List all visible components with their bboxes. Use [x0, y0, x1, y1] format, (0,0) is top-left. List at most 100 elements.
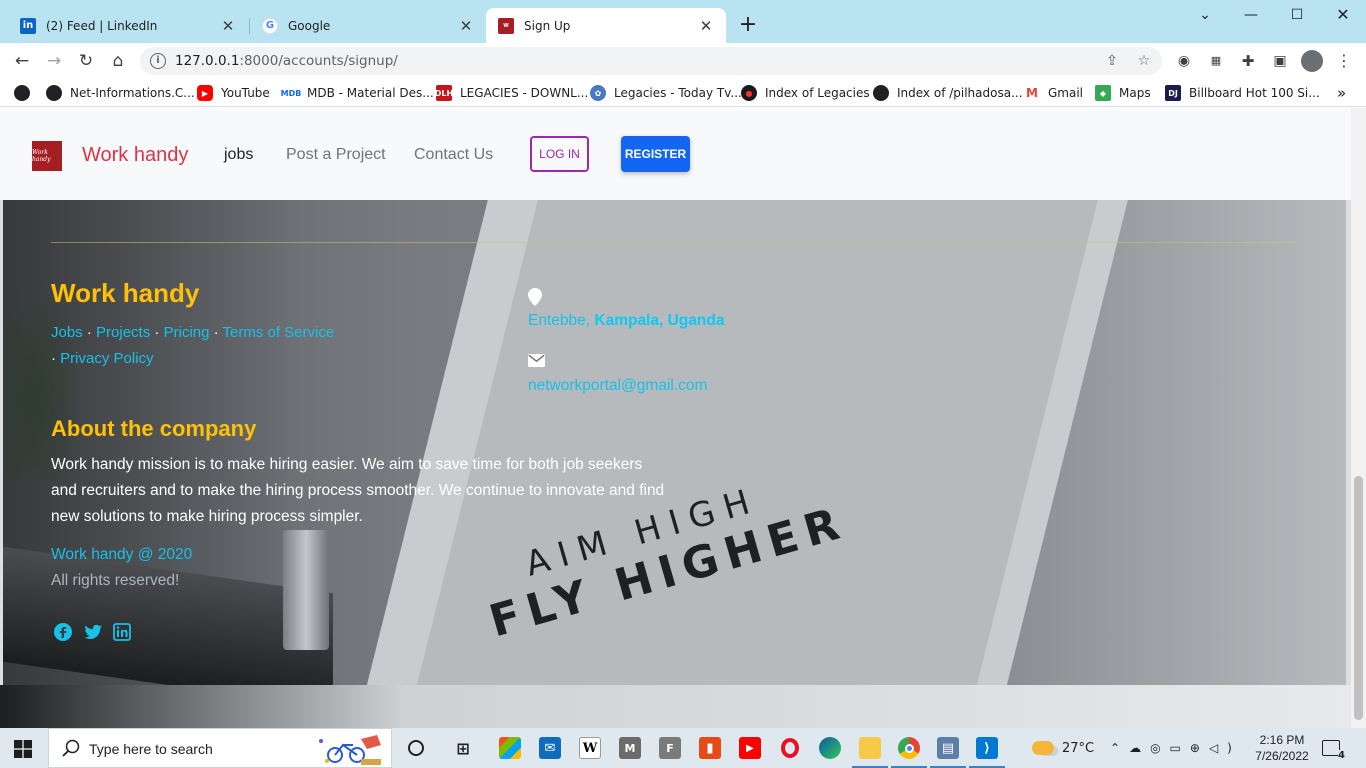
chrome-icon[interactable] — [895, 734, 923, 762]
site-info-icon[interactable]: i — [150, 53, 166, 69]
bookmark-item[interactable]: ◆ Maps — [1095, 84, 1151, 102]
nav-link-jobs[interactable]: jobs — [224, 146, 253, 164]
tab-google[interactable]: G Google ✕ — [250, 8, 486, 43]
widgets-icon[interactable]: ⊞ — [449, 734, 477, 762]
remote-desktop-icon[interactable]: ▤ — [934, 734, 962, 762]
vscode-icon[interactable]: ⟩ — [973, 734, 1001, 762]
mail-icon[interactable]: ✉ — [536, 734, 564, 762]
office-icon[interactable]: ▮ — [696, 734, 724, 762]
reload-icon[interactable]: ↻ — [74, 49, 98, 73]
close-icon[interactable]: ✕ — [458, 18, 474, 34]
bookmark-item[interactable]: DJ Billboard Hot 100 Si... — [1165, 84, 1320, 102]
footer-link-pricing[interactable]: Pricing — [164, 324, 210, 341]
page-background-strip — [0, 685, 1351, 728]
weather-widget[interactable]: 27°C — [1032, 728, 1094, 768]
cloud-icon[interactable]: ☁ — [1129, 741, 1150, 755]
share-icon[interactable]: ⇪ — [1102, 51, 1122, 71]
file-explorer-icon[interactable] — [856, 734, 884, 762]
background-bracket — [283, 530, 329, 650]
footer-link-projects[interactable]: Projects — [96, 324, 150, 341]
more-bookmarks-icon[interactable]: » — [1337, 84, 1346, 102]
bookmark-item[interactable]: ● Index of Legacies — [741, 84, 870, 102]
battery-icon[interactable]: ▭ — [1170, 741, 1190, 755]
new-tab-button[interactable]: + — [736, 14, 760, 38]
close-window-button[interactable]: ✕ — [1320, 4, 1366, 26]
footer-link-terms[interactable]: Terms of Service — [223, 324, 335, 341]
login-button[interactable]: LOG IN — [530, 136, 589, 172]
page-scrollbar[interactable] — [1351, 108, 1366, 728]
notifications-button[interactable]: 4 — [1322, 728, 1345, 768]
twitter-icon[interactable] — [83, 622, 103, 642]
minimize-button[interactable]: — — [1228, 4, 1274, 26]
bookmark-item[interactable]: ▶ YouTube — [197, 84, 270, 102]
browser-toolbar: ← → ↻ ⌂ i 127.0.0.1:8000/accounts/signup… — [0, 43, 1366, 79]
side-panel-icon[interactable]: ▣ — [1268, 49, 1292, 73]
address-city: Entebbe, — [528, 312, 591, 329]
youtube-app-icon[interactable]: ▶ — [736, 734, 764, 762]
opera-icon[interactable] — [776, 734, 804, 762]
camera-icon[interactable]: ◎ — [1150, 741, 1169, 755]
edge-icon[interactable] — [816, 734, 844, 762]
extensions-puzzle-icon[interactable]: ✚ — [1236, 49, 1260, 73]
footer-link-jobs[interactable]: Jobs — [51, 324, 83, 341]
copyright-text: Work handy @ 2020 — [51, 546, 193, 563]
register-button[interactable]: REGISTER — [621, 136, 690, 172]
store-icon[interactable] — [496, 734, 524, 762]
extension-globe-icon[interactable]: ◉ — [1172, 49, 1196, 73]
weather-icon — [1032, 741, 1054, 755]
chevron-up-icon[interactable]: ⌃ — [1110, 741, 1129, 755]
navbar-brand[interactable]: Work handy — [82, 144, 188, 167]
tab-search-icon[interactable]: ⌄ — [1182, 4, 1228, 26]
wikipedia-icon[interactable]: W — [576, 734, 604, 762]
nav-link-contact[interactable]: Contact Us — [414, 146, 493, 164]
scrollbar-thumb[interactable] — [1354, 476, 1363, 720]
tab-sign-up[interactable]: W Sign Up ✕ — [486, 8, 726, 43]
back-icon[interactable]: ← — [10, 49, 34, 73]
dj-icon: DJ — [1165, 85, 1181, 101]
site-logo[interactable]: Work handy — [32, 141, 62, 171]
bookmark-globe[interactable] — [14, 84, 38, 102]
maximize-button[interactable]: ☐ — [1274, 4, 1320, 26]
home-icon[interactable]: ⌂ — [106, 49, 130, 73]
system-tray: ⌃ ☁ ◎ ▭ ⊕ ◁) — [1110, 728, 1241, 768]
task-view-icon[interactable] — [402, 734, 430, 762]
app-f-icon[interactable]: F — [656, 734, 684, 762]
extension-zip-icon[interactable]: ▦ — [1204, 49, 1228, 73]
footer-divider — [51, 242, 1297, 243]
bookmark-star-icon[interactable]: ☆ — [1134, 51, 1154, 71]
tab-linkedin[interactable]: in (2) Feed | LinkedIn ✕ — [8, 8, 248, 43]
facebook-icon[interactable] — [53, 622, 73, 642]
maps-icon: ◆ — [1095, 85, 1111, 101]
taskbar-search-box[interactable]: Type here to search — [48, 728, 392, 768]
footer-links: Jobs · Projects · Pricing · Terms of Ser… — [51, 320, 371, 372]
email-link[interactable]: networkportal@gmail.com — [528, 377, 707, 395]
separator: · — [51, 350, 56, 367]
volume-icon[interactable]: ◁) — [1209, 741, 1241, 755]
bookmark-item[interactable]: M Gmail — [1024, 84, 1083, 102]
globe-icon — [873, 85, 889, 101]
linkedin-icon[interactable] — [112, 622, 132, 642]
bookmark-item[interactable]: Index of /pilhadosa... — [873, 84, 1023, 102]
close-icon[interactable]: ✕ — [698, 18, 714, 34]
system-clock[interactable]: 2:16 PM 7/26/2022 — [1250, 732, 1314, 764]
nav-link-post-project[interactable]: Post a Project — [286, 146, 386, 164]
close-icon[interactable]: ✕ — [220, 18, 236, 34]
tab-title: Google — [288, 18, 331, 33]
bookmark-item[interactable]: ✿ Legacies - Today Tv... — [590, 84, 742, 102]
footer-link-privacy[interactable]: Privacy Policy — [60, 350, 153, 367]
network-icon[interactable]: ⊕ — [1190, 741, 1209, 755]
menu-kebab-icon[interactable]: ⋮ — [1332, 49, 1356, 73]
bookmark-item[interactable]: MDB MDB - Material Des... — [281, 84, 434, 102]
profile-avatar[interactable] — [1300, 49, 1324, 73]
address-bar[interactable]: i 127.0.0.1:8000/accounts/signup/ ⇪ ☆ — [140, 47, 1162, 75]
youtube-icon: ▶ — [197, 85, 213, 101]
site-navbar: Work handy Work handy jobs Post a Projec… — [0, 108, 1351, 200]
separator: · — [86, 324, 92, 341]
dlh-icon: DLH — [435, 85, 453, 101]
windows-start-icon[interactable] — [14, 740, 32, 758]
forward-icon[interactable]: → — [42, 49, 66, 73]
app-m-icon[interactable]: M — [616, 734, 644, 762]
bookmark-item[interactable]: DLH LEGACIES - DOWNL... — [435, 84, 588, 102]
bookmark-item[interactable]: Net-Informations.C... — [46, 84, 195, 102]
windows-taskbar: Type here to search ⊞ ✉ W M F ▮ ▶ ▤ ⟩ 27… — [0, 728, 1366, 768]
